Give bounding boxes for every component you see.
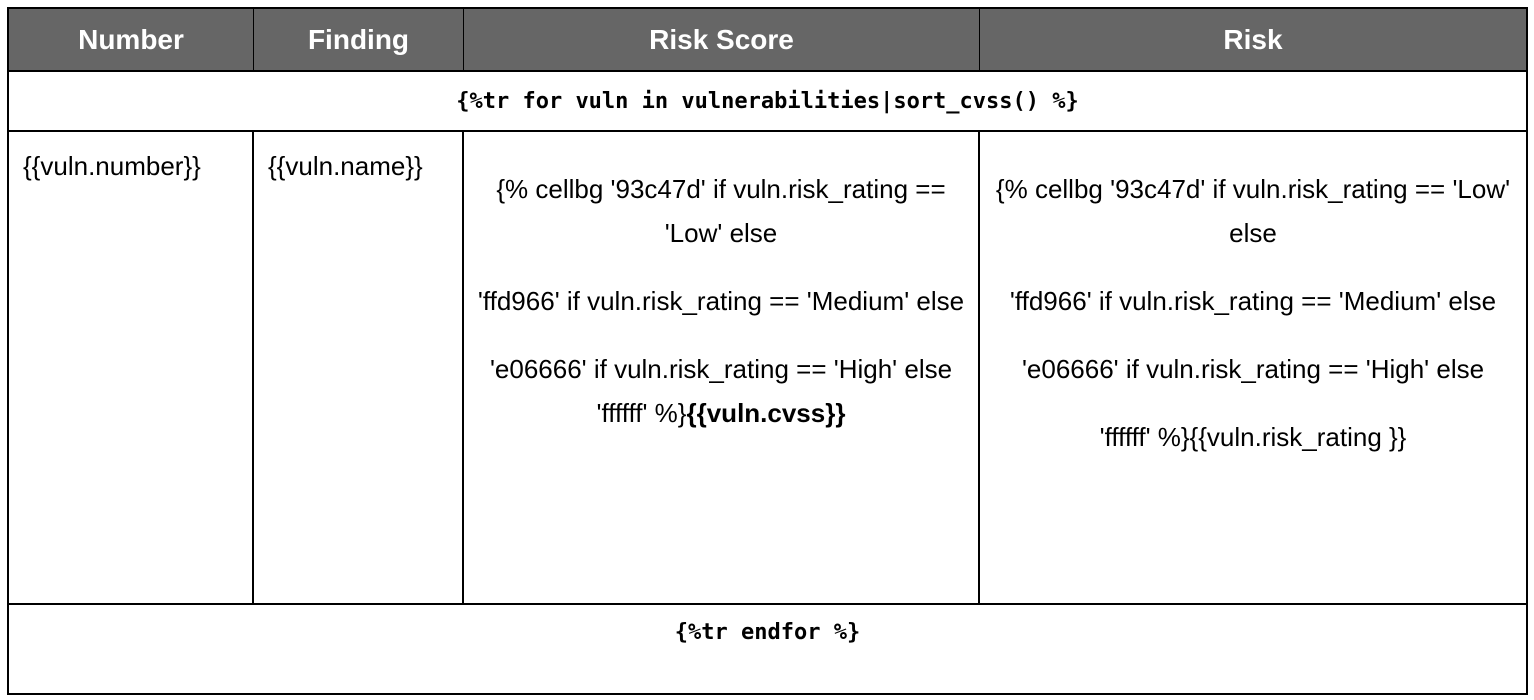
finding-cell[interactable]: {{vuln.name}} xyxy=(254,132,464,603)
header-number: Number xyxy=(9,9,254,70)
header-risk-score: Risk Score xyxy=(464,9,980,70)
risk-para-medium: 'ffd966' if vuln.risk_rating == 'Medium'… xyxy=(1009,286,1497,316)
vuln-cvss-placeholder: {{vuln.cvss}} xyxy=(686,398,846,428)
risk-score-default-color: 'ffffff' %} xyxy=(596,398,687,428)
risk-score-para-low: {% cellbg '93c47d' if vuln.risk_rating =… xyxy=(496,174,946,248)
risk-para-low: {% cellbg '93c47d' if vuln.risk_rating =… xyxy=(995,174,1511,248)
risk-cell[interactable]: {% cellbg '93c47d' if vuln.risk_rating =… xyxy=(980,132,1526,603)
risk-para-default: 'ffffff' %}{{vuln.risk_rating }} xyxy=(1099,422,1407,452)
risk-para-high: 'e06666' if vuln.risk_rating == 'High' e… xyxy=(1021,354,1485,384)
vuln-number-placeholder: {{vuln.number}} xyxy=(23,151,201,181)
vuln-name-placeholder: {{vuln.name}} xyxy=(268,151,423,181)
loop-start-row: {%tr for vuln in vulnerabilities|sort_cv… xyxy=(9,72,1526,132)
number-cell[interactable]: {{vuln.number}} xyxy=(9,132,254,603)
header-finding: Finding xyxy=(254,9,464,70)
risk-score-para-medium: 'ffd966' if vuln.risk_rating == 'Medium'… xyxy=(477,286,965,316)
header-risk: Risk xyxy=(1223,23,1283,55)
table-row: {{vuln.number}} {{vuln.name}} {% cellbg … xyxy=(9,132,1526,605)
loop-end-row: {%tr endfor %} xyxy=(9,605,1526,695)
risk-score-para-default: 'ffffff' %}{{vuln.cvss}} xyxy=(476,391,966,435)
loop-start-tag[interactable]: {%tr for vuln in vulnerabilities|sort_cv… xyxy=(456,89,1079,114)
risk-score-cell[interactable]: {% cellbg '93c47d' if vuln.risk_rating =… xyxy=(464,132,980,603)
table-header-row: Number Finding Risk Score Risk xyxy=(9,9,1526,72)
loop-end-tag[interactable]: {%tr endfor %} xyxy=(675,620,860,645)
vulnerability-template-table: Number Finding Risk Score Risk {%tr for … xyxy=(7,7,1528,695)
risk-score-para-high: 'e06666' if vuln.risk_rating == 'High' e… xyxy=(489,354,953,384)
